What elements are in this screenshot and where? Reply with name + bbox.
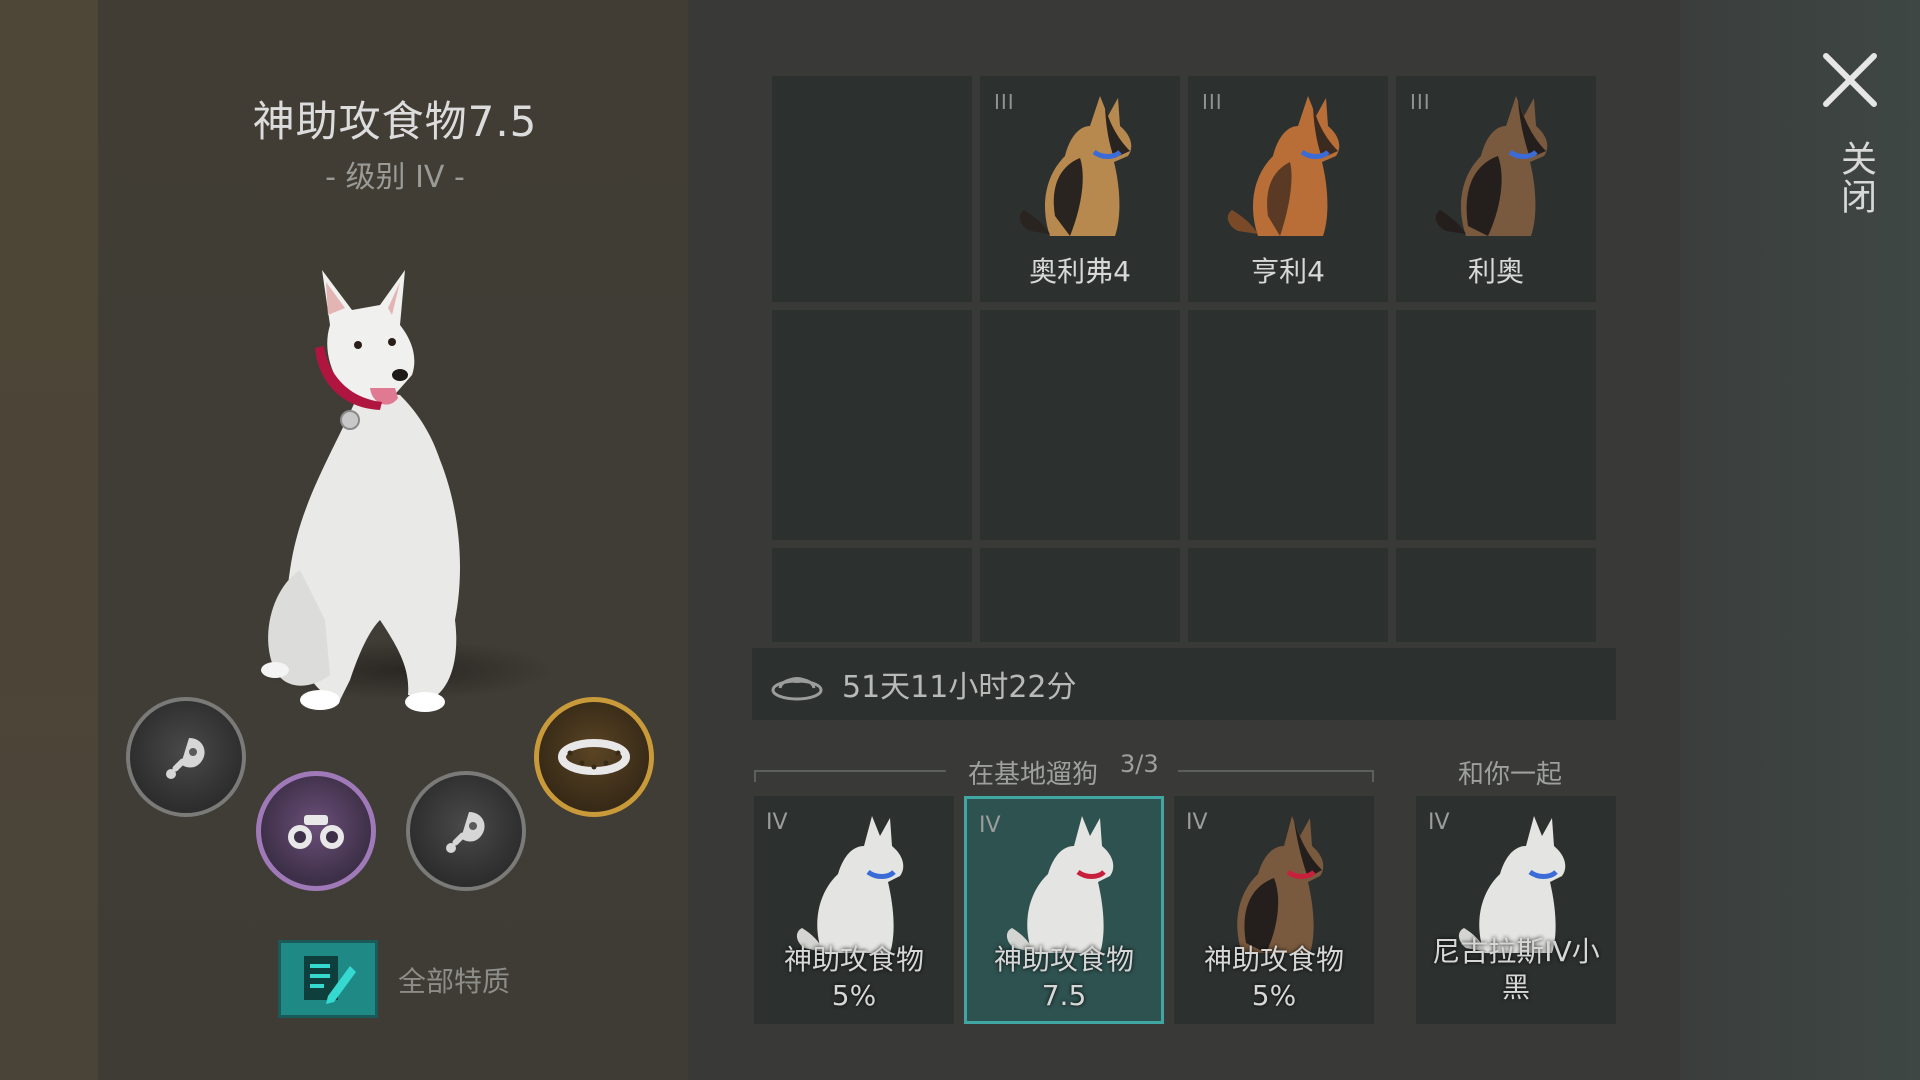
skill-meat-2[interactable]: [406, 771, 526, 891]
all-traits-label[interactable]: 全部特质: [398, 960, 510, 1000]
dog-name: 尼古拉斯IV小 黑: [1432, 935, 1600, 1004]
dog-name: 亨利4: [1251, 255, 1325, 288]
food-timer-bar: 51天11小时22分: [752, 648, 1616, 720]
kennel-slot-empty[interactable]: [1188, 548, 1388, 642]
dog-name: 神助攻食物 5%: [783, 943, 924, 1012]
section-divider-tick: [1372, 770, 1374, 782]
close-icon[interactable]: [1820, 50, 1880, 110]
notes-edit-icon: [304, 956, 356, 1004]
white-shepherd-dog-icon: [796, 816, 904, 953]
kennel-slot-dog[interactable]: III 利奥: [1396, 76, 1596, 302]
dog-name: 神助攻食物 5%: [1203, 943, 1344, 1012]
tier-label: IV: [979, 813, 1001, 838]
meat-icon: [166, 738, 205, 779]
german-shepherd-dog-icon: [1227, 96, 1340, 236]
tier-label: IV: [1186, 810, 1208, 835]
tier-label: IV: [766, 810, 788, 835]
binoculars-icon: [288, 815, 344, 849]
section-divider: [754, 770, 946, 772]
white-shepherd-dog-icon: [1006, 816, 1114, 953]
white-shepherd-dog-portrait[interactable]: [240, 270, 540, 730]
close-label[interactable]: 关闭: [1829, 140, 1881, 216]
kennel-slot-empty[interactable]: [772, 76, 972, 302]
dog-name-title: 神助攻食物7.5: [252, 97, 538, 146]
kennel-slot-dog[interactable]: III 奥利弗4: [980, 76, 1180, 302]
with-you-section-label: 和你一起: [1458, 760, 1563, 790]
section-divider-tick: [754, 770, 756, 782]
walking-dog-card[interactable]: IV 神助攻食物 5%: [754, 796, 954, 1024]
german-shepherd-dog-icon: [1019, 96, 1132, 236]
collar-icon: [558, 739, 630, 775]
food-bowl-icon: [771, 677, 823, 701]
kennel-slot-empty[interactable]: [980, 310, 1180, 540]
kennel-slot-empty[interactable]: [1396, 310, 1596, 540]
background-right-shade: [1680, 0, 1778, 1080]
meat-icon: [446, 812, 485, 853]
tier-label: IV: [1428, 810, 1450, 835]
kennel-slot-empty[interactable]: [1396, 548, 1596, 642]
companion-dog-card[interactable]: IV 尼古拉斯IV小 黑: [1416, 796, 1616, 1024]
all-traits-button[interactable]: [278, 940, 378, 1018]
walking-dog-card-selected[interactable]: IV 神助攻食物 7.5: [964, 796, 1164, 1024]
skill-binoculars[interactable]: [256, 771, 376, 891]
dog-name: 奥利弗4: [1029, 255, 1131, 288]
walking-dog-card[interactable]: IV 神助攻食物 5%: [1174, 796, 1374, 1024]
dog-name: 利奥: [1467, 255, 1524, 288]
kennel-slot-dog[interactable]: III 亨利4: [1188, 76, 1388, 302]
skill-collar[interactable]: [534, 697, 654, 817]
dog-level-label: - 级别 IV -: [325, 160, 465, 195]
german-shepherd-dog-icon: [1237, 816, 1324, 953]
kennel-slot-empty[interactable]: [772, 548, 972, 642]
kennel-slot-empty[interactable]: [980, 548, 1180, 642]
food-timer-text: 51天11小时22分: [842, 670, 1077, 705]
walking-count: 3/3: [1120, 750, 1159, 778]
skill-meat-1[interactable]: [126, 697, 246, 817]
background-left-strip: [0, 0, 98, 1080]
kennel-slot-empty[interactable]: [1188, 310, 1388, 540]
walking-section-label: 在基地遛狗: [968, 760, 1099, 790]
german-shepherd-dog-icon: [1435, 96, 1548, 236]
section-divider: [1178, 770, 1374, 772]
dog-name: 神助攻食物 7.5: [993, 943, 1134, 1012]
kennel-slot-empty[interactable]: [772, 310, 972, 540]
